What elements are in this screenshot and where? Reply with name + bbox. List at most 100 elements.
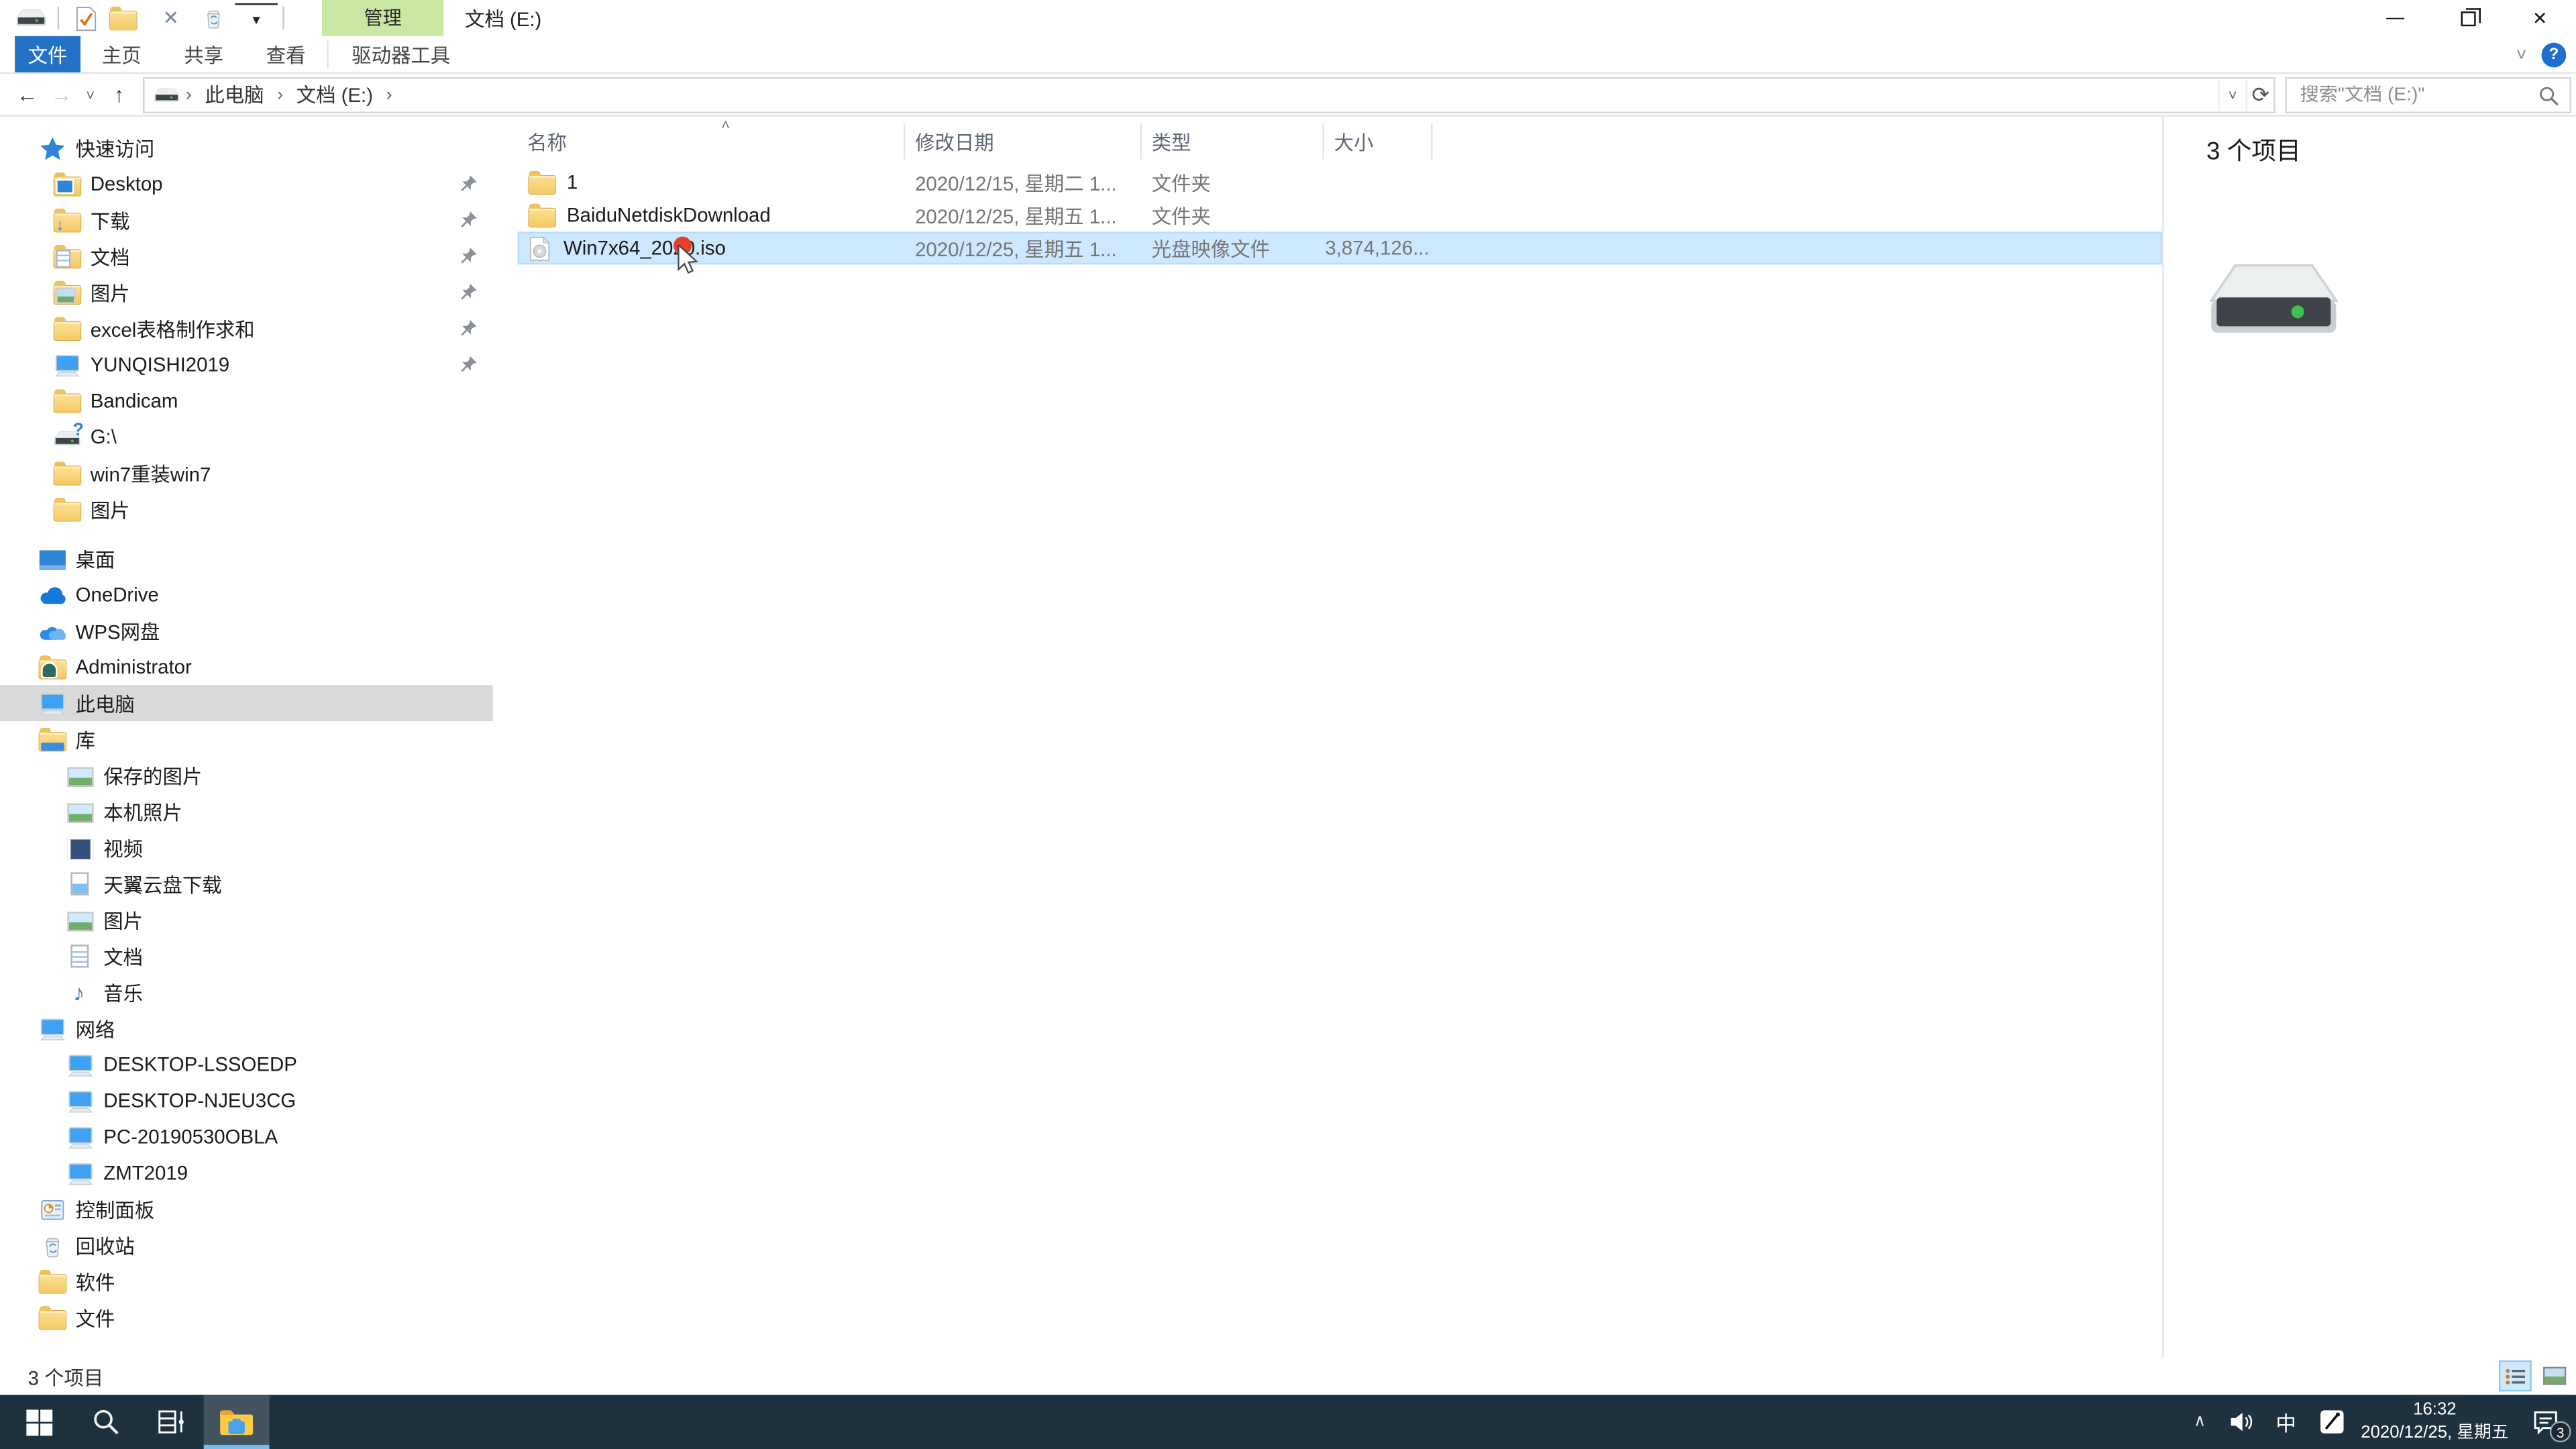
volume-icon[interactable] <box>2220 1395 2264 1449</box>
tab-home[interactable]: 主页 <box>80 36 162 72</box>
file-row-selected[interactable]: Win7x64_2020.iso 2020/12/25, 星期五 1... 光盘… <box>517 231 2162 265</box>
tray-expand-icon[interactable]: ∧ <box>2180 1395 2220 1449</box>
sidebar-item-camera-roll[interactable]: 本机照片 <box>0 794 493 830</box>
sidebar-item-control-panel[interactable]: 控制面板 <box>0 1191 493 1228</box>
sidebar-item-desktop-njeu3cg[interactable]: DESKTOP-NJEU3CG <box>0 1083 493 1119</box>
task-view-button[interactable] <box>138 1395 204 1449</box>
sidebar-item-music[interactable]: ♪ 音乐 <box>0 974 493 1010</box>
sidebar-item-files[interactable]: 文件 <box>0 1299 493 1336</box>
sidebar-item-label: 库 <box>75 729 96 752</box>
address-bar[interactable]: › 此电脑 › 文档 (E:) › ˅ ⟳ <box>143 76 2275 113</box>
column-header-date[interactable]: 修改日期 <box>905 123 1142 160</box>
sidebar-item-excel-folder[interactable]: excel表格制作求和 <box>0 311 493 347</box>
refresh-icon[interactable]: ⟳ <box>2245 78 2274 111</box>
sidebar-item-yunqishi2019[interactable]: YUNQISHI2019 <box>0 347 493 383</box>
sidebar-item-network[interactable]: 网络 <box>0 1010 493 1046</box>
sidebar-item-win7-folder[interactable]: win7重装win7 <box>0 455 493 491</box>
ribbon-collapse-icon[interactable]: ˅ <box>2516 45 2527 64</box>
restore-button[interactable] <box>2431 0 2504 36</box>
address-dropdown-icon[interactable]: ˅ <box>2218 78 2246 111</box>
column-header-size[interactable]: 大小 <box>1324 123 1433 160</box>
sidebar-item-pictures-library[interactable]: 图片 <box>0 902 493 938</box>
sidebar-item-recycle-bin[interactable]: 回收站 <box>0 1227 493 1263</box>
sidebar-item-label: 桌面 <box>75 547 115 572</box>
sidebar-item-libraries[interactable]: 库 <box>0 721 493 757</box>
large-icons-view-button[interactable] <box>2538 1360 2571 1392</box>
sidebar-item-pictures2[interactable]: 图片 <box>0 491 493 527</box>
action-center-button[interactable]: 3 <box>2515 1395 2576 1449</box>
sidebar-item-quick-access[interactable]: 快速访问 <box>0 129 493 166</box>
sidebar-item-documents[interactable]: 文档 <box>0 238 493 274</box>
sidebar-item-tianyi-download[interactable]: 天翼云盘下载 <box>0 866 493 902</box>
breadcrumb-this-pc[interactable]: 此电脑 <box>199 80 271 109</box>
start-button[interactable] <box>7 1395 72 1449</box>
sidebar-item-label: 天翼云盘下载 <box>103 873 222 896</box>
close-button[interactable]: ✕ <box>2504 0 2576 36</box>
column-header-name[interactable]: 名称 <box>517 123 906 160</box>
ribbon-tabs: 文件 主页 共享 查看 驱动器工具 ˅ ? <box>0 36 2576 74</box>
sidebar-item-desktop-lssoedp[interactable]: DESKTOP-LSSOEDP <box>0 1046 493 1083</box>
file-size: 3,874,126... <box>1325 236 1430 260</box>
sidebar-item-saved-pictures[interactable]: 保存的图片 <box>0 757 493 794</box>
computer-icon <box>54 352 80 377</box>
recent-locations-icon[interactable]: ˅ <box>79 76 102 113</box>
folder-icon <box>529 203 555 227</box>
recycle-bin-icon <box>40 1233 66 1258</box>
sidebar-item-zmt2019[interactable]: ZMT2019 <box>0 1155 493 1191</box>
taskbar-clock[interactable]: 16:32 2020/12/25, 星期五 <box>2354 1395 2515 1449</box>
pin-icon <box>458 174 478 194</box>
sidebar-item-pc-20190530obla[interactable]: PC-20190530OBLA <box>0 1119 493 1155</box>
sidebar-item-wps-cloud[interactable]: WPS网盘 <box>0 612 493 649</box>
downloads-folder-icon <box>54 209 80 235</box>
pictures-library-icon <box>67 912 94 932</box>
sidebar-item-desktop[interactable]: Desktop <box>0 166 493 202</box>
tab-view[interactable]: 查看 <box>245 36 327 72</box>
tab-share[interactable]: 共享 <box>162 36 244 72</box>
sidebar-item-label: Administrator <box>75 655 192 679</box>
sidebar-item-bandicam[interactable]: Bandicam <box>0 383 493 419</box>
properties-button[interactable] <box>64 3 107 33</box>
tab-file[interactable]: 文件 <box>15 36 80 72</box>
search-icon <box>91 1408 119 1436</box>
sidebar-item-label: ZMT2019 <box>103 1161 189 1185</box>
file-row[interactable]: 1 2020/12/15, 星期二 1... 文件夹 <box>517 166 2161 199</box>
sidebar-item-g-drive[interactable]: ? G:\ <box>0 419 493 455</box>
search-input[interactable] <box>2286 85 2576 105</box>
sidebar-item-pictures[interactable]: 图片 <box>0 274 493 311</box>
column-header-type[interactable]: 类型 <box>1142 123 1324 160</box>
sidebar-item-label: 软件 <box>75 1271 115 1294</box>
sidebar-item-documents-library[interactable]: 文档 <box>0 938 493 974</box>
minimize-button[interactable]: — <box>2359 0 2432 36</box>
input-tool-icon[interactable] <box>2308 1395 2355 1449</box>
sidebar-item-videos[interactable]: 视频 <box>0 830 493 866</box>
breadcrumb-drive-e[interactable]: 文档 (E:) <box>290 80 380 109</box>
ime-indicator[interactable]: 中 <box>2264 1395 2308 1449</box>
pin-icon <box>458 355 478 374</box>
details-view-button[interactable] <box>2498 1360 2532 1392</box>
qat-dropdown-button[interactable]: ▾ <box>235 3 278 33</box>
delete-button[interactable]: ✕ <box>150 3 193 33</box>
tab-drive-tools[interactable]: 驱动器工具 <box>329 36 474 72</box>
sidebar-item-this-pc[interactable]: 此电脑 <box>0 685 493 722</box>
taskbar-explorer-button[interactable] <box>203 1395 270 1449</box>
quick-access-toolbar: ✕ ▾ <box>0 3 289 33</box>
clock-time: 16:32 <box>2413 1399 2457 1419</box>
file-date: 2020/12/25, 星期五 1... <box>915 237 1117 261</box>
documents-library-icon <box>70 945 89 968</box>
sidebar-item-software[interactable]: 软件 <box>0 1263 493 1299</box>
sidebar-item-desktop-root[interactable]: 桌面 <box>0 541 493 577</box>
file-row[interactable]: BaiduNetdiskDownload 2020/12/25, 星期五 1..… <box>517 199 2161 231</box>
sidebar-item-downloads[interactable]: 下载 <box>0 202 493 238</box>
sidebar-item-onedrive[interactable]: OneDrive <box>0 577 493 613</box>
help-button[interactable]: ? <box>2541 42 2567 68</box>
recycle-bin-icon[interactable] <box>193 3 235 33</box>
up-button[interactable]: ↑ <box>102 76 136 113</box>
forward-button[interactable]: → <box>44 76 78 113</box>
back-button[interactable]: ← <box>10 76 44 113</box>
folder-icon <box>54 498 80 521</box>
sidebar-item-label: 网络 <box>75 1018 115 1041</box>
sidebar-item-administrator[interactable]: Administrator <box>0 649 493 685</box>
sidebar-item-label: 图片 <box>103 909 144 932</box>
taskbar-search-button[interactable] <box>72 1395 138 1449</box>
new-folder-button[interactable] <box>107 3 150 33</box>
